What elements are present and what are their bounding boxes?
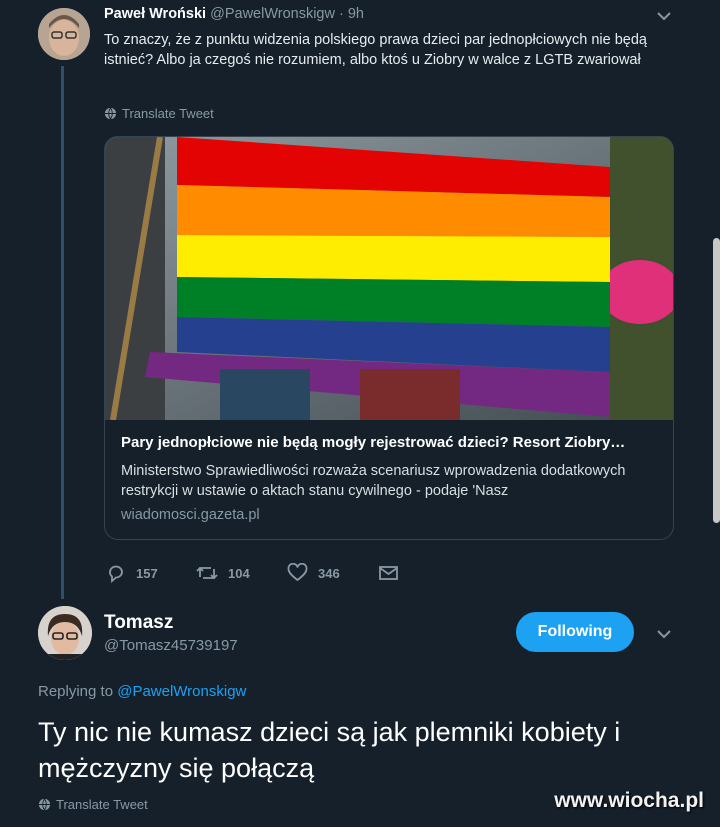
translate-tweet-link[interactable]: Translate Tweet bbox=[38, 797, 148, 812]
like-icon bbox=[287, 563, 308, 582]
card-title: Pary jednopłciowe nie będą mogły rejestr… bbox=[121, 434, 626, 451]
globe-icon bbox=[38, 798, 51, 811]
avatar-pawel[interactable] bbox=[38, 8, 90, 60]
translate-tweet-link[interactable]: Translate Tweet bbox=[104, 106, 214, 121]
retweet-button[interactable]: 104 bbox=[196, 563, 250, 583]
retweet-icon bbox=[196, 566, 218, 580]
avatar-tomasz[interactable] bbox=[38, 606, 92, 660]
scrollbar[interactable] bbox=[713, 238, 720, 523]
like-button[interactable]: 346 bbox=[287, 563, 340, 583]
share-icon bbox=[379, 566, 398, 580]
card-description: Ministerstwo Sprawiedliwości rozważa sce… bbox=[121, 463, 626, 499]
avatar-face-icon bbox=[38, 8, 90, 60]
following-button[interactable]: Following bbox=[516, 612, 634, 652]
replying-to: Replying to @PawelWronskigw bbox=[38, 683, 247, 700]
chevron-down-icon[interactable] bbox=[656, 8, 672, 29]
reply-count: 157 bbox=[136, 565, 158, 581]
replying-to-handle-link[interactable]: @PawelWronskigw bbox=[117, 683, 246, 700]
reply-author-name[interactable]: Tomasz bbox=[104, 612, 173, 634]
card-domain: wiadomosci.gazeta.pl bbox=[121, 507, 260, 523]
like-count: 346 bbox=[318, 565, 340, 581]
link-card[interactable]: Pary jednopłciowe nie będą mogły rejestr… bbox=[104, 136, 674, 540]
share-button[interactable] bbox=[378, 563, 399, 588]
avatar-face-icon bbox=[38, 606, 92, 660]
card-image-rainbow-flag bbox=[105, 137, 673, 420]
reply-icon bbox=[109, 565, 123, 583]
tweet-text: To znaczy, że z punktu widzenia polskieg… bbox=[104, 32, 647, 68]
author-handle-time[interactable]: @PawelWronskigw · 9h bbox=[210, 6, 364, 22]
thread-line bbox=[61, 66, 64, 599]
tweet-header: Paweł Wroński @PawelWronskigw · 9h bbox=[104, 6, 364, 22]
author-name[interactable]: Paweł Wroński bbox=[104, 6, 206, 22]
reply-author-handle[interactable]: @Tomasz45739197 bbox=[104, 637, 238, 654]
reply-button[interactable]: 157 bbox=[106, 563, 158, 583]
retweet-count: 104 bbox=[228, 565, 250, 581]
watermark: www.wiocha.pl bbox=[554, 789, 704, 812]
reply-text: Ty nic nie kumasz dzieci są jak plemniki… bbox=[38, 717, 621, 783]
globe-icon bbox=[104, 107, 117, 120]
chevron-down-icon[interactable] bbox=[656, 626, 672, 647]
